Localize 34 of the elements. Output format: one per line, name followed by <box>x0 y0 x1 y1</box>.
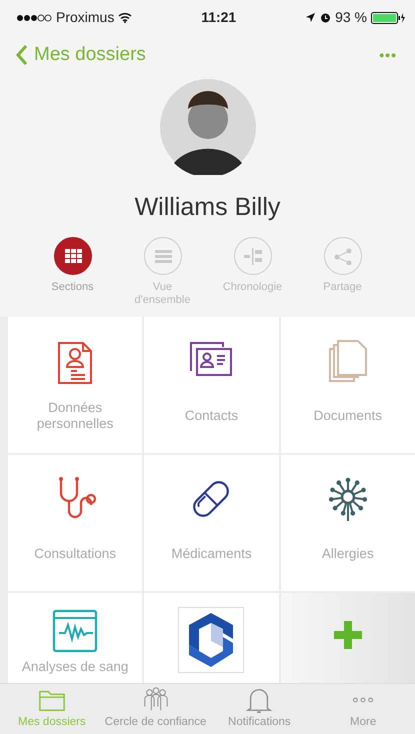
section-tile[interactable]: Documents <box>280 316 415 453</box>
share-icon <box>332 246 352 264</box>
app-tile[interactable] <box>144 592 279 683</box>
view-tab[interactable]: Sections <box>28 236 118 307</box>
signal-icon <box>16 14 52 22</box>
location-icon <box>305 12 316 23</box>
tab-bar-item[interactable]: Notifications <box>208 684 312 734</box>
section-tile[interactable]: Consultations <box>8 454 142 591</box>
view-tab[interactable]: Chronologie <box>208 236 298 307</box>
wifi-icon <box>118 12 132 23</box>
cube-logo-icon <box>178 606 244 673</box>
more-menu-button[interactable]: ••• <box>379 44 397 66</box>
section-tile[interactable]: Analyses de sang <box>8 592 142 683</box>
back-chevron-icon <box>16 44 28 66</box>
profile-name: Williams Billy <box>134 192 280 223</box>
alarm-icon <box>320 12 332 23</box>
carrier-name: Proximus <box>56 8 114 27</box>
view-tab[interactable]: Vue d'ensemble <box>118 236 208 307</box>
more-icon <box>353 697 374 703</box>
plus-icon <box>334 620 362 649</box>
tab-bar-item[interactable]: More <box>311 684 415 734</box>
grid-icon <box>62 246 82 264</box>
timeline-icon <box>242 246 262 264</box>
section-tile[interactable]: Médicaments <box>144 454 279 591</box>
battery-icon <box>371 12 405 24</box>
section-tile[interactable]: Contacts <box>144 316 279 453</box>
tab-bar-item[interactable]: Mes dossiers <box>0 684 104 734</box>
back-button[interactable]: Mes dossiers <box>16 40 146 70</box>
section-tile[interactable]: Données personnelles <box>8 316 142 453</box>
tab-bar-item[interactable]: Cercle de confiance <box>104 684 208 734</box>
battery-percent: 93 % <box>335 8 367 27</box>
section-tile[interactable]: Allergies <box>280 454 415 591</box>
view-tab[interactable]: Partage <box>298 236 388 307</box>
clock-time: 11:21 <box>200 8 238 27</box>
